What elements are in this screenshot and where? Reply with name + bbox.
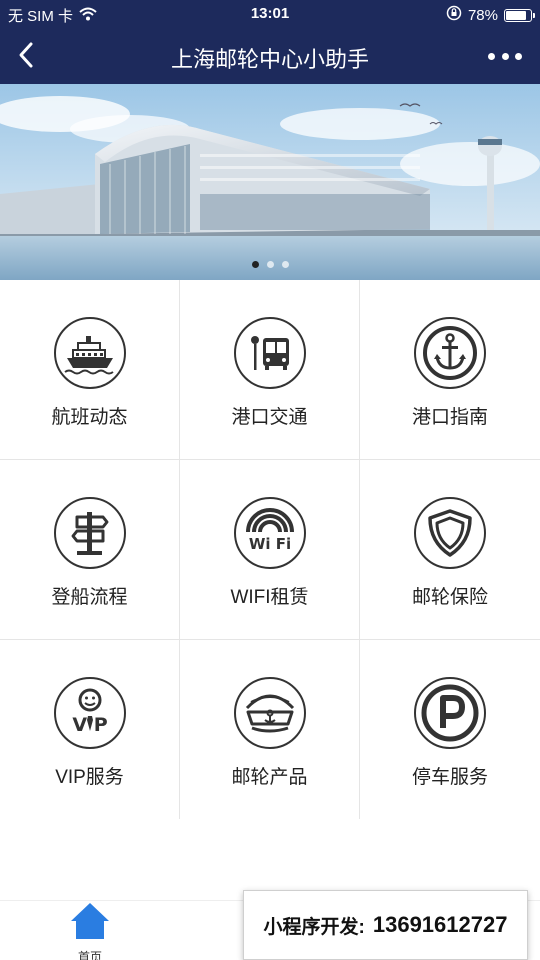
grid-item-label: WIFI租赁	[230, 587, 309, 608]
more-dots-icon[interactable]	[488, 42, 522, 70]
more-dot	[515, 52, 522, 60]
carousel-dot[interactable]	[281, 261, 289, 268]
banner-carousel[interactable]	[0, 84, 540, 280]
grid-item-boarding-process[interactable]: 登船流程	[0, 460, 179, 639]
wifi-rental-icon: Wi Fi	[233, 496, 307, 570]
grid-item-cruise-products[interactable]: 邮轮产品	[180, 640, 359, 819]
vip-icon: V P	[53, 676, 127, 750]
grid-item-cruise-insurance[interactable]: 邮轮保险	[360, 460, 540, 639]
grid-item-port-guide[interactable]: 港口指南	[360, 280, 540, 459]
grid-item-label: 邮轮保险	[411, 587, 488, 608]
signpost-icon	[53, 496, 127, 570]
captain-hat-icon	[233, 676, 307, 750]
grid-item-label: 邮轮产品	[231, 767, 308, 788]
grid-item-vip-service[interactable]: V P VIP服务	[0, 640, 179, 819]
grid-item-label: 港口交通	[231, 407, 308, 428]
grid-item-label: VIP服务	[55, 767, 124, 788]
feature-grid: 航班动态 港口交通 港口指南 登船流程 Wi Fi WIFI租赁 邮轮保险 V …	[0, 280, 540, 819]
grid-item-parking-service[interactable]: 停车服务	[360, 640, 540, 819]
grid-item-wifi-rental[interactable]: Wi Fi WIFI租赁	[180, 460, 359, 639]
more-dot	[501, 52, 509, 60]
status-right: 78%	[446, 5, 535, 25]
carousel-dots	[0, 261, 540, 268]
grid-item-label: 停车服务	[411, 767, 488, 788]
promo-banner: 小程序开发: 13691612727	[243, 890, 528, 960]
battery-icon	[504, 8, 535, 22]
bus-stop-icon	[233, 316, 307, 390]
home-icon	[69, 901, 111, 946]
more-dot	[488, 52, 495, 60]
status-bar: 无 SIM 卡 13:01 78%	[0, 0, 540, 28]
page-title: 上海邮轮中心小助手	[170, 47, 369, 72]
grid-item-label: 港口指南	[411, 407, 488, 428]
grid-item-port-traffic[interactable]: 港口交通	[180, 280, 359, 459]
cruise-ship-icon	[53, 316, 127, 390]
rotation-lock-icon	[446, 5, 462, 25]
anchor-icon	[413, 316, 487, 390]
tab-home[interactable]: 首页	[60, 901, 120, 960]
battery-percent: 78%	[467, 6, 498, 24]
shield-icon	[413, 496, 487, 570]
banner-image	[0, 84, 540, 280]
promo-phone: 13691612727	[372, 912, 508, 937]
grid-item-flight-status[interactable]: 航班动态	[0, 280, 179, 459]
carousel-dot[interactable]	[266, 261, 274, 268]
parking-icon	[413, 676, 487, 750]
promo-label: 小程序开发:	[263, 916, 365, 938]
grid-item-label: 登船流程	[51, 587, 128, 608]
svg-text:Wi Fi: Wi Fi	[248, 535, 290, 553]
battery-fill	[506, 10, 527, 20]
carousel-dot[interactable]	[251, 261, 259, 268]
nav-bar: 上海邮轮中心小助手	[0, 28, 540, 84]
tab-home-label: 首页	[77, 950, 102, 960]
grid-item-label: 航班动态	[51, 407, 128, 428]
